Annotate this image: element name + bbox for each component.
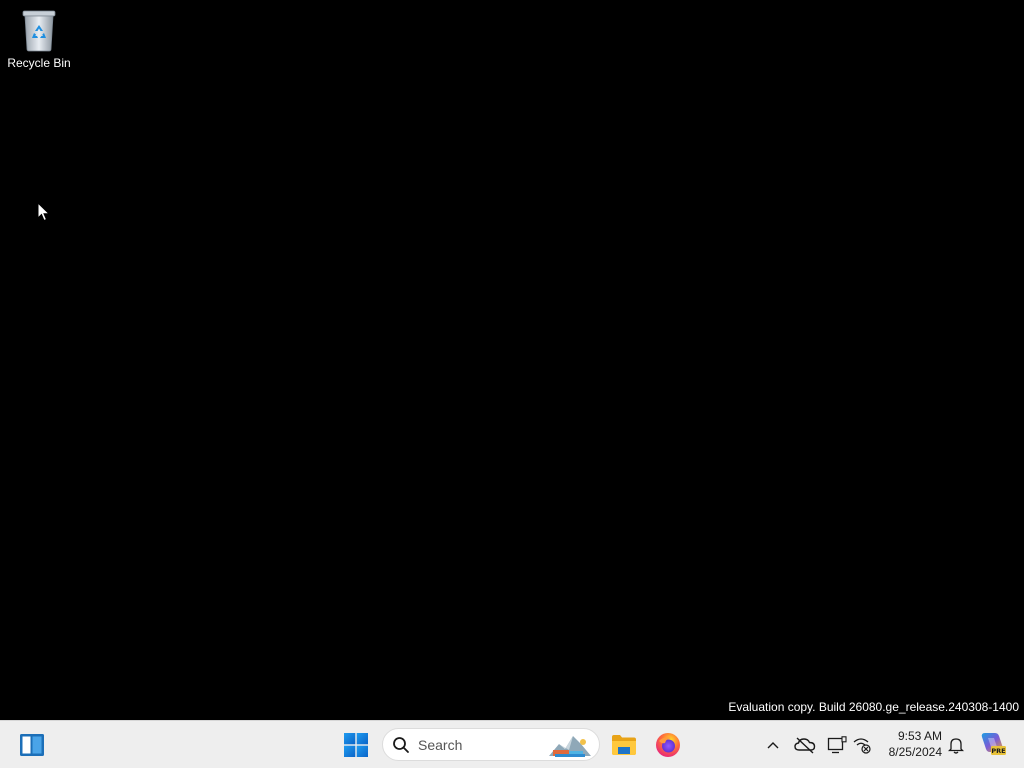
search-icon [393,737,409,753]
network-tray-button[interactable] [850,733,874,757]
taskbar-search-box[interactable]: Search [382,728,600,761]
evaluation-watermark: Evaluation copy. Build 26080.ge_release.… [728,700,1019,714]
display-tray-button[interactable] [825,733,849,757]
search-placeholder: Search [418,737,463,753]
firefox-button[interactable] [648,725,688,765]
clock-button[interactable]: 9:53 AM 8/25/2024 [876,728,942,760]
onedrive-tray-button[interactable] [793,733,817,757]
search-highlight-icon [549,736,591,757]
desktop-icon-label: Recycle Bin [7,56,71,70]
recycle-bin-icon [22,10,56,52]
copilot-button[interactable]: PRE [978,729,1008,759]
bell-icon [948,738,964,754]
onedrive-cloud-icon [794,737,816,754]
file-explorer-button[interactable] [604,725,644,765]
desktop-icon-recycle-bin[interactable]: Recycle Bin [4,6,74,76]
firefox-icon [656,733,680,757]
chevron-up-icon [767,742,779,749]
widgets-icon [20,734,44,756]
network-icon [853,738,871,754]
windows-start-icon [344,733,368,757]
notifications-button[interactable] [944,733,968,757]
folder-icon [612,735,636,755]
widgets-button[interactable] [12,725,52,765]
clock-date: 8/25/2024 [888,745,942,759]
mouse-pointer-icon [37,201,51,227]
clock-time: 9:53 AM [897,729,942,743]
taskbar: Search 9:53 AM 8/25/2024 PRE [0,720,1024,768]
start-button[interactable] [336,725,376,765]
show-hidden-icons-button[interactable] [761,733,785,757]
desktop: Recycle Bin Evaluation copy. Build 26080… [0,0,1024,720]
copilot-icon: PRE [981,733,1006,755]
copilot-badge: PRE [991,747,1005,755]
display-icon [827,736,847,754]
